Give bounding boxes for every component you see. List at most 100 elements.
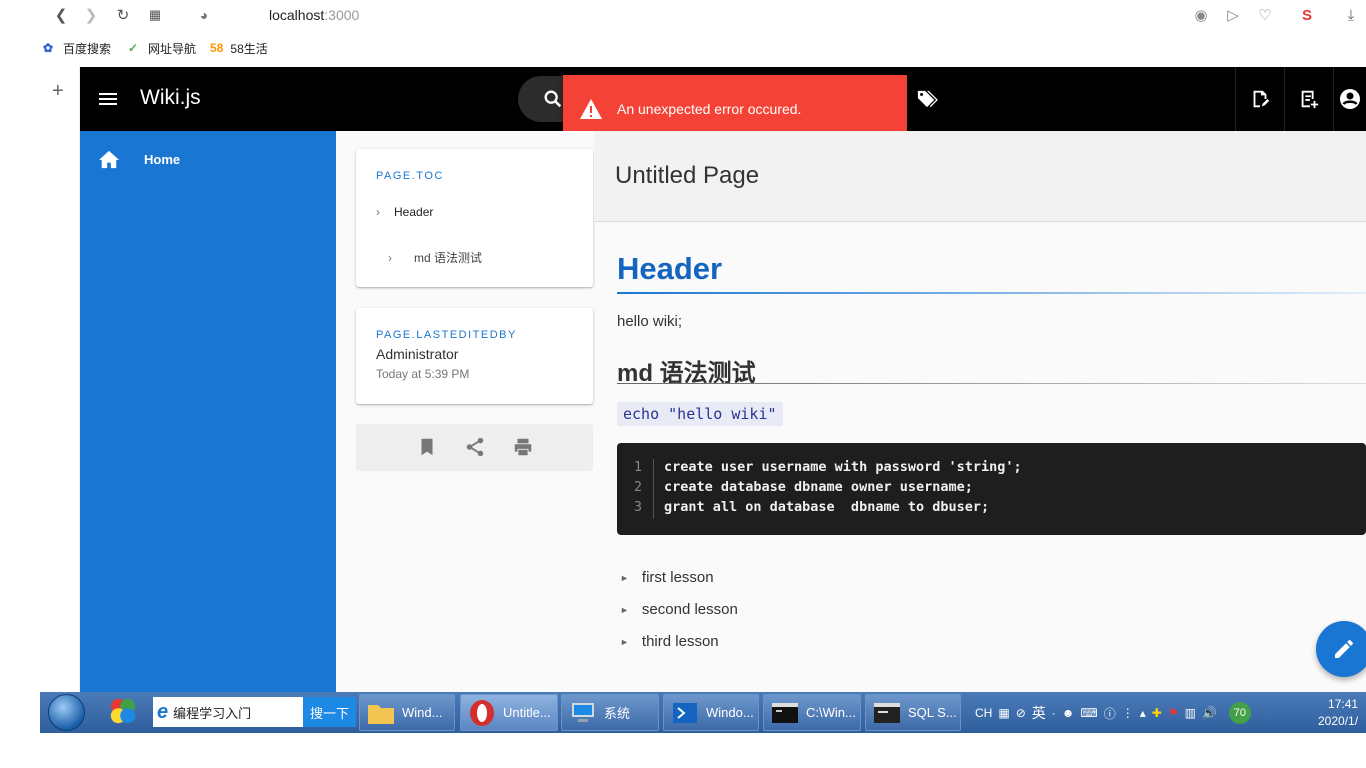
toc-item-label: md 语法测试 [414,251,483,265]
start-button[interactable] [48,694,85,731]
share-icon[interactable] [464,436,486,458]
bullet-icon: ► [620,636,629,647]
code-text: grant all on database dbname to dbuser; [664,499,990,515]
bullet-icon: ► [620,604,629,615]
toc-item-label: Header [394,205,434,219]
send-icon[interactable]: ▷ [1222,4,1244,26]
code-block: 1 create user username with password 'st… [617,443,1366,535]
menu-icon[interactable] [96,87,120,111]
error-message: An unexpected error occured. [617,100,802,117]
no-entry-icon[interactable]: ⊘ [1016,706,1026,720]
show-hidden-icons-icon[interactable]: ▴ [1140,706,1146,720]
print-icon[interactable] [512,436,534,458]
code-line: 1 create user username with password 'st… [617,459,1022,479]
code-line: 2 create database dbname owner username; [617,479,973,499]
edit-page-button[interactable] [1235,67,1283,131]
bookmark-hao[interactable]: ✓ 网址导航 [125,40,196,57]
content-paragraph: hello wiki; [617,313,683,330]
taskbar-item-powershell[interactable]: Windo... [663,694,759,731]
inline-code: echo "hello wiki" [617,402,783,426]
heart-icon[interactable]: ♡ [1254,4,1276,26]
bookmark-58[interactable]: 58 58生活 [210,40,268,57]
reload-icon[interactable]: ↻ [112,4,134,26]
taskbar-item-sql[interactable]: SQL S... [865,694,961,731]
new-page-button[interactable] [1284,67,1332,131]
system-tray: CH ▦ ⊘ 英 · ☻ ⌨ ⓘ ⋮ ▴ ✚ ⚑ ▥ 🔊 70 [975,702,1257,724]
back-icon[interactable]: ❮ [50,4,72,26]
taskbar-item-system[interactable]: 系统 [561,694,659,731]
sidebar-item-home[interactable]: Home [98,149,180,169]
url-host: localhost [269,7,325,23]
last-edited-card: PAGE.LASTEDITEDBY Administrator Today at… [356,308,593,404]
bookmark-label: 百度搜索 [63,41,112,56]
browser-toolbar: ❮ ❯ ↻ ▦ ◕ localhost:3000 ◉ ▷ ♡ S ⤓ [40,0,1366,30]
task-label: Untitle... [503,705,551,720]
chevron-right-icon: › [388,250,392,265]
search-icon [544,90,562,108]
taskbar-item-explorer[interactable]: Wind... [359,694,455,731]
add-icon[interactable]: + [52,80,64,103]
app-title[interactable]: Wiki.js [140,86,201,110]
toc-heading: PAGE.TOC [376,170,444,182]
task-label: C:\Win... [806,705,856,720]
folder-icon [368,704,394,724]
ime-mode-indicator[interactable]: 英 [1032,703,1046,723]
bullet-icon: ► [620,572,629,583]
browser-side-panel: + [40,66,80,692]
bookmark-label: 58生活 [230,41,268,56]
network-icon[interactable]: ▥ [1185,706,1196,720]
taskbar-item-opera[interactable]: Untitle... [460,694,558,731]
tags-icon[interactable] [916,89,938,109]
volume-icon[interactable]: 🔊 [1202,706,1217,720]
language-indicator[interactable]: CH [975,706,992,720]
sidebar: Home [80,131,336,692]
line-number: 2 [617,479,654,499]
heading-divider [617,292,1366,294]
punctuation-icon[interactable]: · [1052,706,1056,720]
skin-icon[interactable]: ☻ [1062,706,1075,720]
list-item: ► third lesson [620,633,719,650]
hao-icon: ✓ [127,41,139,55]
forward-icon[interactable]: ❯ [80,4,102,26]
code-line: 3 grant all on database dbname to dbuser… [617,499,989,519]
task-label: SQL S... [908,705,957,720]
extension-icon[interactable]: S [1296,4,1318,26]
flag-icon[interactable]: ⚑ [1168,706,1179,720]
toc-item[interactable]: › Header [376,205,433,219]
taskbar: e 编程学习入门 搜一下 Wind... Untitle... 系统 Windo… [40,692,1366,733]
security-icon[interactable]: ✚ [1152,706,1162,720]
camera-icon[interactable]: ◉ [1190,4,1212,26]
page-actions [356,424,593,471]
edit-fab-button[interactable] [1316,621,1366,677]
ime-grid-icon[interactable]: ▦ [998,706,1009,720]
app-launcher-icon[interactable] [108,696,138,726]
performance-badge[interactable]: 70 [1228,702,1251,724]
account-button[interactable] [1333,67,1366,131]
bookmark-icon[interactable] [416,436,438,458]
powershell-icon [673,702,697,723]
keyboard-icon[interactable]: ⌨ [1080,706,1097,720]
terminal-icon [874,702,900,723]
address-bar[interactable]: localhost:3000 [269,7,359,23]
opera-icon [470,699,494,726]
taskbar-item-cmd[interactable]: C:\Win... [763,694,861,731]
clock-date: 2020/1/ [1318,714,1359,728]
bookmark-baidu[interactable]: ✿ 百度搜索 [40,40,111,57]
toc-subitem[interactable]: › md 语法测试 [388,249,482,266]
code-text: create user username with password 'stri… [664,459,1022,475]
globe-icon: ◕ [199,7,209,23]
computer-icon [572,702,594,722]
line-number: 1 [617,459,654,479]
help-icon[interactable]: ⓘ [1104,705,1116,722]
url-port: :3000 [324,7,360,23]
page-header: Untitled Page [594,131,1366,222]
ie-icon: e [157,700,169,723]
list-item-text: second lesson [641,601,738,618]
taskbar-search-button[interactable]: 搜一下 [303,697,356,727]
apps-grid-icon[interactable]: ▦ [144,4,166,26]
download-icon[interactable]: ⤓ [1340,4,1362,26]
taskbar-search-input[interactable]: e 编程学习入门 [153,697,303,727]
main-content: PAGE.TOC › Header › md 语法测试 PAGE.LASTEDI… [336,131,1366,692]
clock[interactable]: 17:41 2020/1/ [1318,696,1358,730]
settings-icon[interactable]: ⋮ [1122,706,1134,720]
